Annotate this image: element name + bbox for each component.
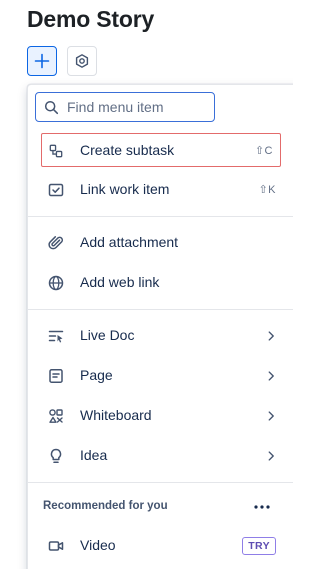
menu-item-whiteboard[interactable]: Whiteboard (28, 399, 288, 433)
try-badge: TRY (242, 537, 276, 555)
more-icon (253, 504, 271, 510)
menu-item-page[interactable]: Page (28, 359, 288, 393)
chevron-right-icon (264, 369, 278, 383)
menu-item-label: Video (80, 537, 116, 553)
menu-item-label: Create subtask (80, 142, 175, 158)
menu-item-video[interactable]: Video TRY (28, 529, 288, 563)
search-icon (44, 100, 59, 115)
hexagon-gear-icon (74, 53, 90, 69)
add-button[interactable] (27, 46, 57, 76)
menu-divider (28, 216, 293, 217)
link-checkbox-icon (48, 182, 64, 198)
menu-divider (28, 482, 293, 483)
recommended-section-title: Recommended for you (43, 500, 168, 512)
keyboard-shortcut: ⇧K (258, 184, 276, 196)
menu-divider (28, 309, 293, 310)
menu-item-add-web-link[interactable]: Add web link (28, 266, 288, 300)
plus-icon (34, 53, 50, 69)
page-icon (48, 368, 64, 384)
settings-button[interactable] (67, 46, 97, 76)
menu-item-add-attachment[interactable]: Add attachment (28, 226, 288, 260)
menu-search-input[interactable] (67, 99, 197, 115)
page-title: Demo Story (27, 6, 155, 32)
globe-icon (48, 275, 64, 291)
menu-item-idea[interactable]: Idea (28, 439, 288, 473)
subtask-icon (48, 143, 64, 159)
live-doc-icon (48, 328, 64, 344)
page: Demo Story Find menu item Create subtask… (0, 0, 293, 569)
keyboard-shortcut: ⇧C (254, 145, 273, 157)
menu-search-field[interactable] (35, 92, 215, 122)
chevron-right-icon (264, 449, 278, 463)
menu-item-label: Add attachment (80, 234, 179, 250)
menu-item-create-subtask[interactable]: Create subtask ⇧C (41, 133, 281, 167)
more-options-button[interactable] (250, 500, 274, 514)
menu-item-label: Live Doc (80, 327, 135, 343)
whiteboard-icon (48, 408, 64, 424)
video-icon (48, 538, 64, 554)
chevron-right-icon (264, 329, 278, 343)
menu-item-label: Whiteboard (80, 407, 152, 423)
menu-item-label: Idea (80, 447, 108, 463)
add-menu-dropdown: Create subtask ⇧C Link work item ⇧K Add … (27, 84, 293, 569)
menu-item-label: Add web link (80, 274, 160, 290)
menu-item-live-doc[interactable]: Live Doc (28, 319, 288, 353)
lightbulb-icon (48, 448, 64, 464)
menu-item-label: Page (80, 367, 113, 383)
menu-item-label: Link work item (80, 181, 170, 197)
menu-item-link-work-item[interactable]: Link work item ⇧K (28, 173, 288, 207)
paperclip-icon (48, 235, 64, 251)
chevron-right-icon (264, 409, 278, 423)
